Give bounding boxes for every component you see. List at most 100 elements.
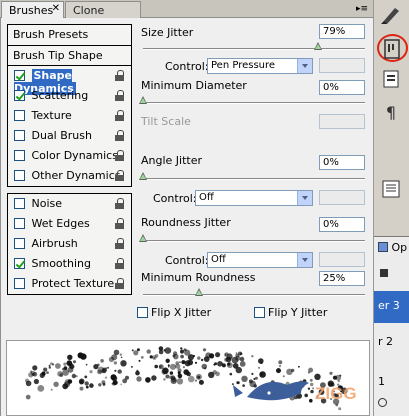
lock-icon[interactable] bbox=[115, 110, 125, 121]
lock-icon[interactable] bbox=[115, 170, 125, 181]
brush-tip-shape-label: Brush Tip Shape bbox=[13, 49, 103, 62]
brush-dot bbox=[158, 346, 164, 351]
option-smoothing[interactable]: Smoothing bbox=[8, 254, 131, 274]
min-diameter-input[interactable]: 0% bbox=[319, 80, 365, 95]
protect-texture-checkbox[interactable] bbox=[14, 278, 25, 289]
angle-jitter-slider[interactable] bbox=[143, 178, 365, 180]
stroke-preview-canvas: ZIGG bbox=[25, 346, 357, 411]
clone-source-icon[interactable] bbox=[377, 66, 405, 92]
option-protect-texture[interactable]: Protect Texture bbox=[8, 274, 131, 294]
brush-dot bbox=[304, 393, 309, 398]
panel-menu-icon[interactable]: ▸≡ bbox=[354, 3, 370, 15]
roundness-jitter-slider-thumb[interactable] bbox=[139, 234, 147, 242]
layer-2-label: r 2 bbox=[378, 335, 394, 348]
roundness-jitter-slider[interactable] bbox=[143, 240, 365, 242]
brush-dot bbox=[152, 355, 157, 360]
lock-icon bbox=[380, 269, 388, 277]
airbrush-checkbox[interactable] bbox=[14, 238, 25, 249]
brush-dot bbox=[146, 349, 151, 354]
option-scattering[interactable]: Scattering bbox=[8, 86, 131, 106]
brush-dot bbox=[251, 355, 254, 358]
min-roundness-slider-thumb[interactable] bbox=[194, 288, 203, 296]
layer-1-row[interactable]: 1 bbox=[374, 375, 409, 391]
chevron-down-icon[interactable] bbox=[297, 191, 312, 205]
brush-dot bbox=[50, 362, 53, 365]
brush-dot bbox=[161, 369, 167, 375]
option-other-dynamics[interactable]: Other Dynamics bbox=[8, 166, 131, 186]
flip-y-checkbox[interactable] bbox=[254, 307, 265, 318]
circle-icon[interactable] bbox=[378, 398, 387, 407]
min-roundness-input[interactable]: 25% bbox=[319, 271, 365, 286]
brush-dot bbox=[258, 358, 264, 364]
brush-tool-icon[interactable] bbox=[377, 2, 405, 28]
angle-jitter-input[interactable]: 0% bbox=[319, 155, 365, 170]
option-color-dynamics[interactable]: Color Dynamics bbox=[8, 146, 131, 166]
size-jitter-slider[interactable] bbox=[143, 48, 365, 50]
opacity-row[interactable]: Op bbox=[374, 241, 409, 257]
control3-select[interactable]: Off bbox=[207, 252, 313, 268]
lock-icon[interactable] bbox=[115, 70, 125, 81]
min-diameter-slider-thumb[interactable] bbox=[139, 96, 147, 104]
wet-edges-checkbox[interactable] bbox=[14, 218, 25, 229]
layer-2-row[interactable]: r 2 bbox=[374, 335, 409, 351]
close-icon[interactable]: ✕ bbox=[52, 3, 60, 14]
brush-dot bbox=[168, 365, 170, 368]
lock-icon[interactable] bbox=[115, 90, 125, 101]
lock-icon[interactable] bbox=[115, 150, 125, 161]
tab-brushes-label: Brushes bbox=[9, 4, 54, 17]
tab-clone-source[interactable]: Clone Source bbox=[65, 1, 141, 30]
option-shape-dynamics[interactable]: Shape Dynamics bbox=[8, 66, 131, 95]
brush-dot bbox=[208, 371, 215, 379]
flip-x-checkbox[interactable] bbox=[137, 307, 148, 318]
brush-dot bbox=[239, 356, 245, 362]
noise-checkbox[interactable] bbox=[14, 198, 25, 209]
brush-tip-shape-item[interactable]: Brush Tip Shape bbox=[7, 45, 132, 66]
brush-dot bbox=[329, 371, 333, 375]
brush-dot bbox=[229, 372, 233, 376]
scattering-checkbox[interactable] bbox=[14, 90, 25, 101]
option-texture[interactable]: Texture bbox=[8, 106, 131, 126]
dual-brush-checkbox[interactable] bbox=[14, 130, 25, 141]
lock-icon[interactable] bbox=[115, 198, 125, 209]
brush-presets-item[interactable]: Brush Presets bbox=[7, 24, 132, 45]
chevron-down-icon[interactable] bbox=[297, 253, 312, 267]
tab-brushes[interactable]: Brushes ✕ bbox=[1, 1, 64, 19]
option-noise[interactable]: Noise bbox=[8, 194, 131, 214]
smoothing-checkbox[interactable] bbox=[14, 258, 25, 269]
control2-select[interactable]: Off bbox=[195, 190, 313, 206]
document-icon[interactable] bbox=[377, 176, 405, 202]
layer-1-label: 1 bbox=[378, 375, 385, 388]
brush-dot bbox=[32, 365, 38, 371]
control3-extra-field bbox=[319, 252, 365, 267]
lock-icon[interactable] bbox=[115, 278, 125, 289]
brush-dot bbox=[276, 368, 281, 374]
lock-icon[interactable] bbox=[115, 258, 125, 269]
color-dynamics-checkbox[interactable] bbox=[14, 150, 25, 161]
layer-3-row[interactable]: er 3 bbox=[374, 291, 409, 323]
size-jitter-input[interactable]: 79% bbox=[319, 24, 365, 39]
roundness-jitter-input[interactable]: 0% bbox=[319, 217, 365, 232]
brush-dot bbox=[221, 363, 226, 368]
size-jitter-slider-thumb[interactable] bbox=[314, 42, 323, 50]
brush-dot bbox=[97, 363, 100, 367]
lock-icon[interactable] bbox=[115, 218, 125, 229]
min-roundness-slider[interactable] bbox=[143, 294, 365, 296]
brush-dot bbox=[298, 365, 300, 368]
control1-extra-field bbox=[319, 58, 365, 73]
option-dual-brush[interactable]: Dual Brush bbox=[8, 126, 131, 146]
control1-select[interactable]: Pen Pressure bbox=[207, 58, 313, 74]
brush-dot bbox=[278, 364, 282, 368]
brushes-palette-icon[interactable] bbox=[378, 36, 406, 62]
option-airbrush[interactable]: Airbrush bbox=[8, 234, 131, 254]
texture-checkbox[interactable] bbox=[14, 110, 25, 121]
chevron-down-icon[interactable] bbox=[297, 59, 312, 73]
other-dynamics-checkbox[interactable] bbox=[14, 170, 25, 181]
lock-icon[interactable] bbox=[115, 130, 125, 141]
shape-dynamics-checkbox[interactable] bbox=[14, 70, 25, 81]
angle-jitter-slider-thumb[interactable] bbox=[139, 172, 147, 180]
lock-icon[interactable] bbox=[115, 238, 125, 249]
paragraph-icon[interactable]: ¶ bbox=[377, 100, 405, 126]
brush-dot bbox=[33, 378, 39, 385]
option-wet-edges[interactable]: Wet Edges bbox=[8, 214, 131, 234]
min-diameter-slider[interactable] bbox=[143, 102, 365, 104]
